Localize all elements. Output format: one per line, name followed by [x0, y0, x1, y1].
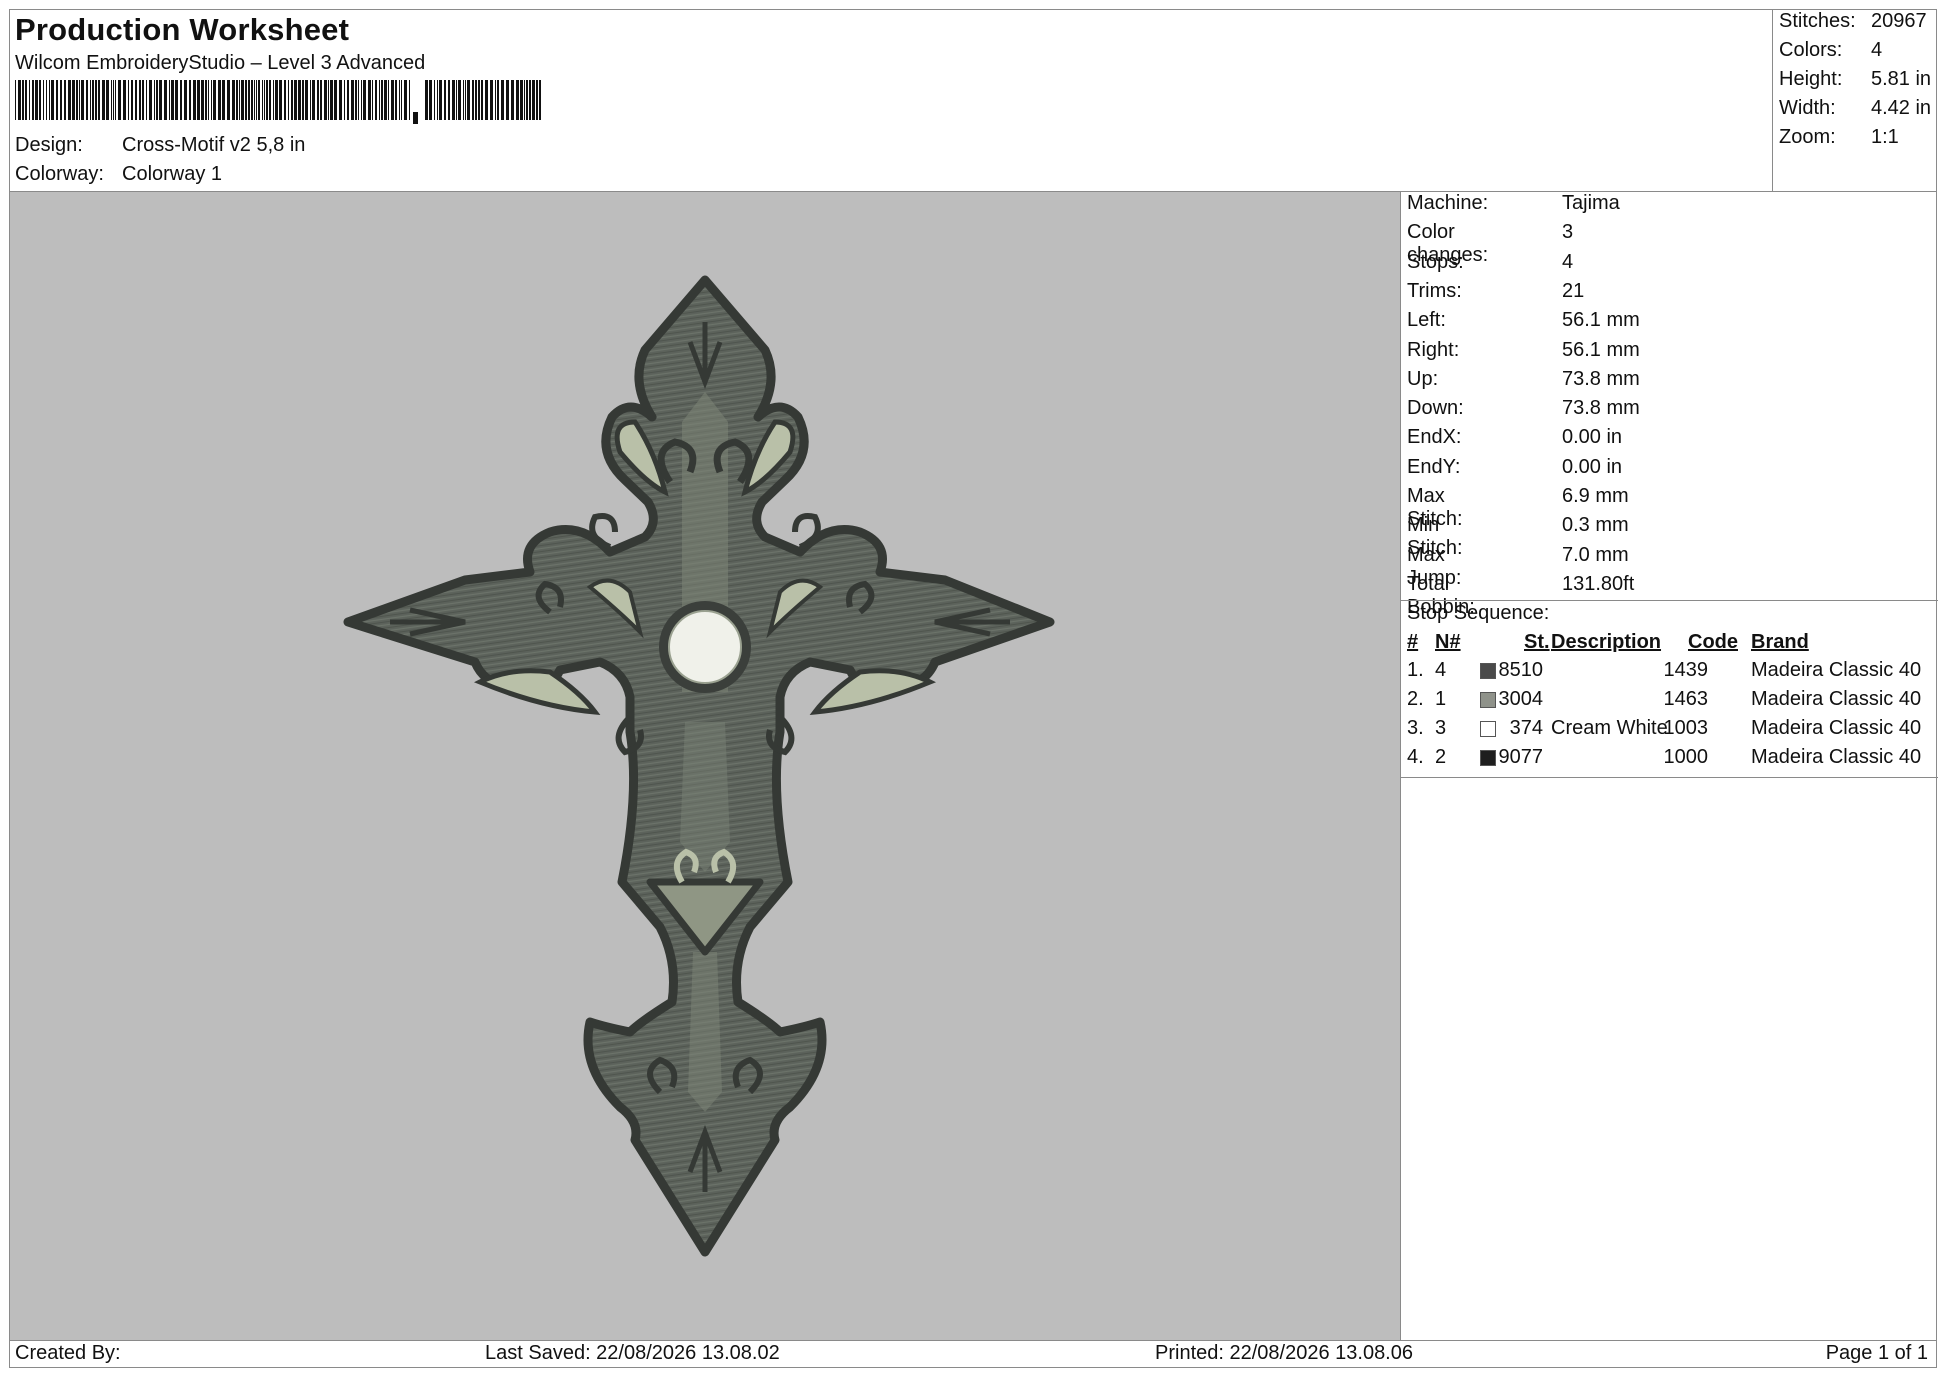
- summary-value: 20967: [1871, 10, 1927, 32]
- row-needle: 3: [1435, 717, 1447, 739]
- col-header-brand: Brand: [1751, 631, 1809, 653]
- divider: [1401, 777, 1938, 778]
- info-label: Up:: [1407, 367, 1439, 390]
- last-saved: Last Saved: 22/08/2026 13.08.02: [485, 1342, 780, 1364]
- printed-date: Printed: 22/08/2026 13.08.06: [1155, 1342, 1413, 1364]
- summary-value: 4.42 in: [1871, 97, 1932, 119]
- info-label: EndX:: [1407, 426, 1462, 449]
- info-label: Trims:: [1407, 279, 1462, 302]
- worksheet-header: Production Worksheet Wilcom EmbroiderySt…: [10, 10, 1773, 192]
- info-value: 56.1 mm: [1562, 338, 1640, 361]
- row-stitches: 8510: [1498, 659, 1544, 681]
- table-row: 1. 4 8510 1439 Madeira Classic 40: [1401, 659, 1938, 688]
- row-needle: 4: [1435, 659, 1447, 681]
- info-value: 4: [1562, 250, 1574, 273]
- info-value: 131.80ft: [1562, 572, 1635, 595]
- page-title: Production Worksheet: [15, 12, 350, 47]
- summary-panel: Stitches: 20967 Colors: 4 Height: 5.81 in W…: [1773, 10, 1936, 192]
- row-brand: Madeira Classic 40: [1751, 717, 1922, 739]
- row-stitches: 9077: [1498, 746, 1544, 768]
- row-needle: 1: [1435, 688, 1447, 710]
- summary-label: Zoom:: [1779, 126, 1836, 148]
- info-label: Stops:: [1407, 250, 1464, 273]
- info-value: 56.1 mm: [1562, 309, 1640, 332]
- summary-value: 1:1: [1871, 126, 1899, 148]
- info-value: 73.8 mm: [1562, 367, 1640, 390]
- summary-label: Width:: [1779, 97, 1836, 119]
- created-by: Created By:: [15, 1342, 121, 1364]
- row-needle: 2: [1435, 746, 1447, 768]
- row-description: Cream White: [1551, 717, 1668, 739]
- divider: [1401, 600, 1938, 601]
- info-label: Right:: [1407, 338, 1460, 361]
- table-row: 2. 1 3004 1463 Madeira Classic 40: [1401, 688, 1938, 717]
- info-value: 6.9 mm: [1562, 485, 1629, 507]
- info-label: Down:: [1407, 397, 1464, 420]
- barcode: [15, 80, 541, 124]
- machine-info-panel: Machine: Tajima Color changes: 3 Stops: 4 T…: [1401, 192, 1938, 1340]
- summary-label: Colors:: [1779, 39, 1843, 61]
- table-row: 4. 2 9077 1000 Madeira Classic 40: [1401, 746, 1938, 775]
- row-code: 1000: [1663, 746, 1709, 768]
- row-num: 2.: [1407, 688, 1424, 710]
- info-label: Left:: [1407, 309, 1446, 332]
- info-value: Tajima: [1562, 192, 1620, 214]
- summary-value: 5.81 in: [1871, 68, 1932, 90]
- info-value: 0.3 mm: [1562, 514, 1629, 537]
- row-brand: Madeira Classic 40: [1751, 746, 1922, 768]
- design-preview: [10, 192, 1401, 1340]
- colorway-row: Colorway: Colorway 1: [15, 163, 515, 189]
- info-value: 3: [1562, 221, 1574, 244]
- col-header-needle: N#: [1435, 631, 1461, 653]
- page-number: Page 1 of 1: [1825, 1342, 1928, 1364]
- info-label: Machine:: [1407, 192, 1489, 214]
- col-header-stitches: St.: [1524, 631, 1550, 653]
- info-value: 73.8 mm: [1562, 397, 1640, 420]
- colorway-label: Colorway:: [15, 163, 104, 185]
- row-num: 3.: [1407, 717, 1424, 739]
- summary-value: 4: [1871, 39, 1883, 61]
- cross-embroidery-image: [343, 275, 1055, 1257]
- row-num: 4.: [1407, 746, 1424, 768]
- worksheet: Production Worksheet Wilcom EmbroiderySt…: [9, 9, 1938, 1368]
- worksheet-footer: Created By: Last Saved: 22/08/2026 13.08…: [10, 1340, 1936, 1368]
- design-label: Design:: [15, 134, 83, 156]
- info-value: 7.0 mm: [1562, 543, 1629, 566]
- info-value: 21: [1562, 279, 1585, 302]
- row-code: 1439: [1663, 659, 1709, 681]
- row-code: 1463: [1663, 688, 1709, 710]
- stop-sequence-title: Stop Sequence:: [1407, 602, 1550, 624]
- color-swatch: [1480, 692, 1496, 708]
- info-label: EndY:: [1407, 455, 1461, 478]
- row-stitches: 374: [1509, 717, 1543, 739]
- row-num: 1.: [1407, 659, 1424, 681]
- software-subtitle: Wilcom EmbroideryStudio – Level 3 Advanc…: [15, 52, 426, 74]
- row-brand: Madeira Classic 40: [1751, 659, 1922, 681]
- color-swatch: [1480, 721, 1496, 737]
- info-value: 0.00 in: [1562, 426, 1623, 449]
- color-swatch: [1480, 750, 1496, 766]
- colorway-value: Colorway 1: [122, 163, 223, 185]
- col-header-num: #: [1407, 631, 1419, 653]
- summary-label: Height:: [1779, 68, 1843, 90]
- summary-label: Stitches:: [1779, 10, 1856, 32]
- design-row: Design: Cross-Motif v2 5,8 in: [15, 134, 515, 160]
- color-swatch: [1480, 663, 1496, 679]
- col-header-code: Code: [1688, 631, 1738, 653]
- table-row: 3. 3 374 Cream White 1003 Madeira Classi…: [1401, 717, 1938, 746]
- row-stitches: 3004: [1498, 688, 1544, 710]
- cross-motif: [343, 275, 1055, 1257]
- design-value: Cross-Motif v2 5,8 in: [122, 134, 306, 156]
- info-value: 0.00 in: [1562, 455, 1623, 478]
- row-code: 1003: [1663, 717, 1709, 739]
- row-brand: Madeira Classic 40: [1751, 688, 1922, 710]
- col-header-description: Description: [1551, 631, 1662, 653]
